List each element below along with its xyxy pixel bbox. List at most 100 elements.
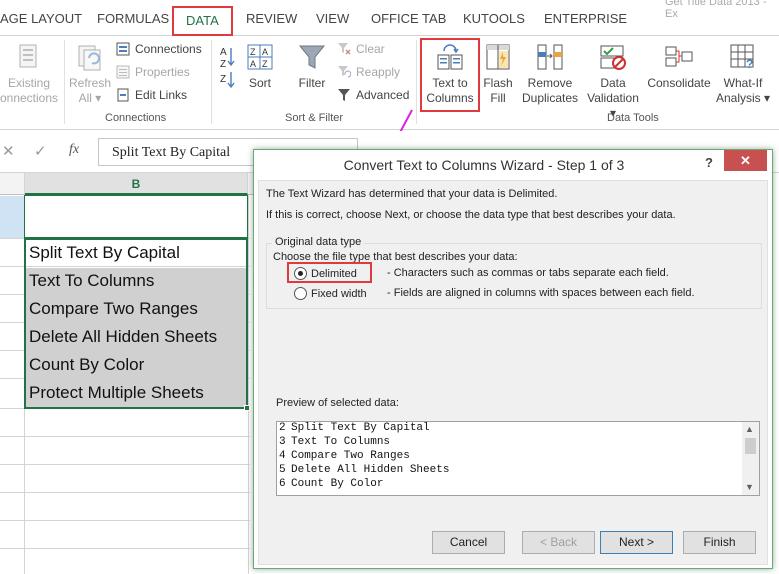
row-header-corner xyxy=(0,173,25,195)
scroll-thumb[interactable] xyxy=(745,438,756,454)
preview-line-text: Split Text By Capital xyxy=(291,422,430,434)
flash-fill-button[interactable]: Flash Fill xyxy=(482,42,514,106)
existing-connections-label-2: onnections xyxy=(0,91,59,105)
advanced-filter-button[interactable]: Advanced xyxy=(337,88,409,102)
connections-group-label: Connections xyxy=(105,112,167,124)
what-if-label-2: Analysis ▾ xyxy=(715,91,771,105)
dialog-title-bar[interactable]: Convert Text to Columns Wizard - Step 1 … xyxy=(254,150,772,180)
tab-data[interactable]: DATA xyxy=(172,6,233,36)
preview-line: 2 Split Text By Capital xyxy=(277,422,759,436)
grid-line xyxy=(0,492,250,493)
cancel-button[interactable]: Cancel xyxy=(432,531,505,554)
sort-button[interactable]: Z A A Z Sort xyxy=(243,42,277,91)
edit-links-button[interactable]: Edit Links xyxy=(116,88,187,102)
refresh-all-icon xyxy=(78,45,101,71)
remove-duplicates-button[interactable]: Remove Duplicates xyxy=(518,42,582,106)
scroll-down-icon[interactable]: ▼ xyxy=(745,482,754,492)
advanced-label: Advanced xyxy=(356,88,410,102)
delimited-description: - Characters such as commas or tabs sepa… xyxy=(387,267,669,279)
data-preview-pane[interactable]: 2 Split Text By Capital 3 Text To Columns … xyxy=(276,421,760,496)
preview-line: 4 Compare Two Ranges xyxy=(277,450,759,464)
clear-label: Clear xyxy=(356,42,385,56)
wizard-detected-text: The Text Wizard has determined that your… xyxy=(266,188,558,200)
consolidate-button[interactable]: Consolidate xyxy=(645,42,713,91)
preview-line-number: 4 xyxy=(279,450,286,462)
preview-line-number: 2 xyxy=(279,422,286,434)
tab-office-tab[interactable]: OFFICE TAB xyxy=(371,11,446,26)
next-button[interactable]: Next > xyxy=(600,531,673,554)
back-button[interactable]: < Back xyxy=(522,531,595,554)
advanced-filter-icon xyxy=(338,89,350,101)
preview-line-text: Delete All Hidden Sheets xyxy=(291,464,450,476)
data-tools-group-label: Data Tools xyxy=(607,112,659,124)
scroll-up-icon[interactable]: ▲ xyxy=(745,424,754,434)
wizard-instruction-text: If this is correct, choose Next, or choo… xyxy=(266,209,676,221)
original-data-type-label: Original data type xyxy=(272,236,365,248)
row-header-selected[interactable] xyxy=(0,196,24,238)
svg-text:A: A xyxy=(220,47,227,58)
fixed-width-radio-option[interactable]: Fixed width xyxy=(294,287,367,300)
what-if-label-1: What-If xyxy=(723,76,763,90)
clear-button[interactable]: Clear xyxy=(337,42,385,56)
svg-text:A: A xyxy=(250,59,256,69)
filter-button[interactable]: Filter xyxy=(295,42,329,91)
data-validation-label-1: Data xyxy=(600,76,626,90)
properties-icon xyxy=(116,65,130,79)
grid-line xyxy=(248,195,249,574)
tab-view[interactable]: VIEW xyxy=(316,11,349,26)
fixed-width-radio[interactable] xyxy=(294,287,307,300)
cell-b1[interactable] xyxy=(24,195,248,238)
tab-enterprise[interactable]: ENTERPRISE xyxy=(544,11,627,26)
close-button[interactable]: ✕ xyxy=(724,150,767,171)
reapply-icon xyxy=(338,66,351,78)
column-header-b[interactable]: B xyxy=(25,173,248,195)
existing-connections-button[interactable]: Existing onnections xyxy=(0,42,60,106)
insert-function-icon[interactable]: fx xyxy=(69,142,79,158)
clear-filter-icon xyxy=(338,43,351,55)
what-if-analysis-button[interactable]: ? What-If Analysis ▾ xyxy=(714,42,772,106)
reapply-button[interactable]: Reapply xyxy=(337,65,400,79)
svg-text:A: A xyxy=(262,47,268,57)
grid-line xyxy=(0,520,250,521)
sort-filter-group-label: Sort & Filter xyxy=(285,112,344,124)
confirm-entry-icon[interactable]: ✓ xyxy=(34,142,47,160)
sort-a-to-z-button[interactable]: A Z Z xyxy=(216,44,238,94)
help-icon[interactable]: ? xyxy=(705,155,713,170)
delimited-highlight xyxy=(287,262,372,283)
properties-label: Properties xyxy=(135,65,190,79)
connections-icon xyxy=(116,42,130,56)
cancel-entry-icon[interactable]: ✕ xyxy=(2,142,15,160)
group-separator xyxy=(64,40,65,124)
grid-line xyxy=(0,548,250,549)
window-title-fragment: Get Title Data 2013 - Ex xyxy=(665,0,767,20)
preview-line-text: Compare Two Ranges xyxy=(291,450,410,462)
tab-page-layout[interactable]: AGE LAYOUT xyxy=(0,11,82,26)
properties-button[interactable]: Properties xyxy=(116,65,190,79)
group-separator xyxy=(211,40,212,124)
consolidate-label: Consolidate xyxy=(647,76,711,90)
flash-fill-label-1: Flash xyxy=(483,76,513,90)
preview-line-text: Count By Color xyxy=(291,478,384,490)
sort-a-to-z-icon: A Z Z xyxy=(220,47,235,89)
remove-duplicates-icon xyxy=(537,44,563,70)
tab-review[interactable]: REVIEW xyxy=(246,11,297,26)
svg-text:Z: Z xyxy=(262,59,268,69)
connections-label: Connections xyxy=(135,42,202,56)
tab-formulas[interactable]: FORMULAS xyxy=(97,11,169,26)
data-validation-button[interactable]: Data Validation ▾ xyxy=(583,42,643,121)
connections-button[interactable]: Connections xyxy=(116,42,202,56)
dialog-title: Convert Text to Columns Wizard - Step 1 … xyxy=(343,157,625,173)
preview-line-number: 3 xyxy=(279,436,286,448)
tab-kutools[interactable]: KUTOOLS xyxy=(463,11,525,26)
refresh-all-button[interactable]: Refresh All ▾ xyxy=(67,42,113,106)
ribbon-tab-bar: AGE LAYOUT FORMULAS DATA REVIEW VIEW OFF… xyxy=(0,0,779,36)
text-to-columns-wizard-dialog: Convert Text to Columns Wizard - Step 1 … xyxy=(253,149,773,569)
dialog-body: The Text Wizard has determined that your… xyxy=(258,180,768,565)
preview-line-text: Text To Columns xyxy=(291,436,391,448)
preview-line-number: 6 xyxy=(279,478,286,490)
finish-button[interactable]: Finish xyxy=(683,531,756,554)
preview-vertical-scrollbar[interactable]: ▲ ▼ xyxy=(742,422,759,495)
flash-fill-label-2: Fill xyxy=(490,91,506,105)
fill-handle[interactable] xyxy=(244,405,250,411)
remove-duplicates-label-1: Remove xyxy=(527,76,573,90)
